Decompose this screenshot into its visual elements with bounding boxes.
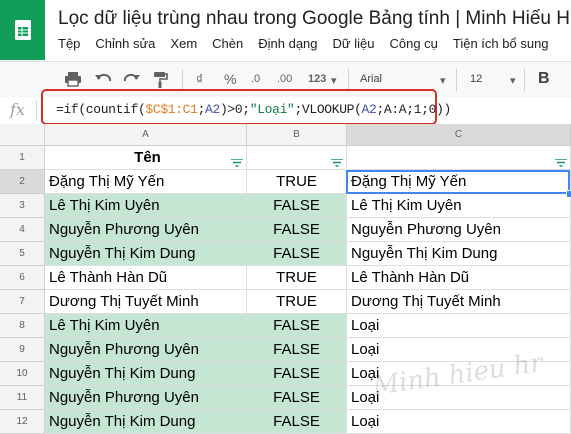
column-header-c[interactable]: C (347, 124, 571, 146)
fx-icon: fx (10, 100, 25, 119)
cell-c[interactable]: Loại (347, 314, 571, 338)
bold-icon[interactable]: B (538, 70, 550, 88)
cell-c[interactable]: Nguyễn Thị Kim Dung (347, 242, 571, 266)
row-header[interactable]: 1 (0, 146, 45, 170)
row-header[interactable]: 11 (0, 386, 45, 410)
cell-a[interactable]: Nguyễn Phương Uyên (45, 338, 247, 362)
row-header[interactable]: 4 (0, 218, 45, 242)
filter-icon[interactable] (555, 154, 567, 167)
cell-b[interactable]: TRUE (247, 266, 347, 290)
menu-file[interactable]: Tệp (58, 36, 80, 56)
cell-c[interactable]: Loại (347, 410, 571, 434)
more-formats-chevron-down-icon[interactable]: ▾ (331, 74, 337, 87)
cell-b[interactable]: FALSE (247, 218, 347, 242)
cell-b[interactable]: FALSE (247, 314, 347, 338)
formula-text-part: ;VLOOKUP( (294, 102, 362, 117)
cell-b[interactable]: FALSE (247, 194, 347, 218)
cell-b[interactable]: FALSE (247, 242, 347, 266)
selected-cell-c2[interactable] (346, 170, 570, 194)
row-header[interactable]: 7 (0, 290, 45, 314)
cell-b[interactable]: TRUE (247, 290, 347, 314)
toolbar-divider (524, 69, 525, 91)
formula-text-part: =if(countif( (56, 102, 146, 117)
toolbar-divider (182, 69, 183, 91)
formula-text-part: )>0; (219, 102, 250, 117)
sheets-app-icon[interactable] (0, 0, 45, 60)
row-header[interactable]: 3 (0, 194, 45, 218)
menu-edit[interactable]: Chỉnh sửa (95, 36, 155, 56)
print-icon[interactable] (64, 71, 82, 90)
cell-c[interactable]: Nguyễn Phương Uyên (347, 218, 571, 242)
cell-a[interactable]: Nguyễn Phương Uyên (45, 218, 247, 242)
row-header[interactable]: 10 (0, 362, 45, 386)
formula-cell-ref: A2 (205, 102, 220, 117)
row-header[interactable]: 8 (0, 314, 45, 338)
formula-text-part: ; (197, 102, 206, 117)
percent-format-button[interactable]: % (224, 71, 236, 87)
font-family-chevron-down-icon[interactable]: ▾ (440, 74, 446, 87)
formula-range-ref: $C$1:C1 (145, 102, 198, 117)
document-title[interactable]: Lọc dữ liệu trùng nhau trong Google Bảng… (58, 8, 571, 30)
filter-icon[interactable] (231, 154, 243, 167)
row-header[interactable]: 5 (0, 242, 45, 266)
column-header-a[interactable]: A (45, 124, 247, 146)
fill-handle[interactable] (566, 190, 571, 198)
cell-b[interactable]: FALSE (247, 410, 347, 434)
menu-view[interactable]: Xem (170, 36, 197, 56)
menu-bar: Tệp Chỉnh sửa Xem Chèn Định dạng Dữ liệu… (58, 36, 564, 56)
cell-a[interactable]: Đặng Thị Mỹ Yến (45, 170, 247, 194)
toolbar-divider (456, 69, 457, 91)
cell-c[interactable]: Lê Thành Hàn Dũ (347, 266, 571, 290)
header-cell-c[interactable] (347, 146, 571, 170)
increase-decimals-button[interactable]: .00 (277, 73, 292, 85)
cell-b[interactable]: TRUE (247, 170, 347, 194)
cell-b[interactable]: FALSE (247, 386, 347, 410)
cell-a[interactable]: Nguyễn Thị Kim Dung (45, 410, 247, 434)
row-header[interactable]: 12 (0, 410, 45, 434)
row-header[interactable]: 9 (0, 338, 45, 362)
row-header[interactable]: 6 (0, 266, 45, 290)
formula-string-literal: "Loại" (249, 102, 295, 117)
more-formats-button[interactable]: 123 (308, 73, 326, 85)
undo-icon[interactable] (94, 71, 112, 90)
cell-b[interactable]: FALSE (247, 338, 347, 362)
cell-b[interactable]: FALSE (247, 362, 347, 386)
menu-format[interactable]: Định dạng (258, 36, 317, 56)
formula-text-part: ;A:A;1;0)) (376, 102, 451, 117)
decrease-decimals-button[interactable]: .0 (251, 73, 260, 85)
cell-c[interactable]: Dương Thị Tuyết Minh (347, 290, 571, 314)
header-cell-a[interactable]: Tên (45, 146, 247, 170)
toolbar-divider (348, 69, 349, 91)
redo-icon[interactable] (123, 71, 141, 90)
font-size-chevron-down-icon[interactable]: ▾ (510, 74, 516, 87)
formula-input[interactable]: =if(countif($C$1:C1;A2)>0;"Loại";VLOOKUP… (56, 102, 451, 117)
cell-a[interactable]: Nguyễn Thị Kim Dung (45, 362, 247, 386)
font-family-select[interactable]: Arial (360, 73, 382, 85)
currency-format-button[interactable]: ₫ (196, 71, 203, 87)
cell-a[interactable]: Lê Thị Kim Uyên (45, 314, 247, 338)
cell-c[interactable]: Lê Thị Kim Uyên (347, 194, 571, 218)
menu-addons[interactable]: Tiện ích bổ sung (453, 36, 549, 56)
cell-a[interactable]: Nguyễn Thị Kim Dung (45, 242, 247, 266)
formula-bar-divider (36, 100, 37, 120)
menu-tools[interactable]: Công cụ (389, 36, 437, 56)
cell-a[interactable]: Nguyễn Phương Uyên (45, 386, 247, 410)
filter-icon[interactable] (331, 154, 343, 167)
cell-a[interactable]: Lê Thành Hàn Dũ (45, 266, 247, 290)
formula-cell-ref: A2 (361, 102, 377, 117)
menu-data[interactable]: Dữ liệu (333, 36, 375, 56)
select-all-corner[interactable] (0, 124, 45, 146)
menu-insert[interactable]: Chèn (212, 36, 243, 56)
row-header[interactable]: 2 (0, 170, 45, 194)
cell-a[interactable]: Dương Thị Tuyết Minh (45, 290, 247, 314)
column-header-b[interactable]: B (247, 124, 347, 146)
font-size-select[interactable]: 12 (470, 73, 482, 85)
cell-a[interactable]: Lê Thị Kim Uyên (45, 194, 247, 218)
